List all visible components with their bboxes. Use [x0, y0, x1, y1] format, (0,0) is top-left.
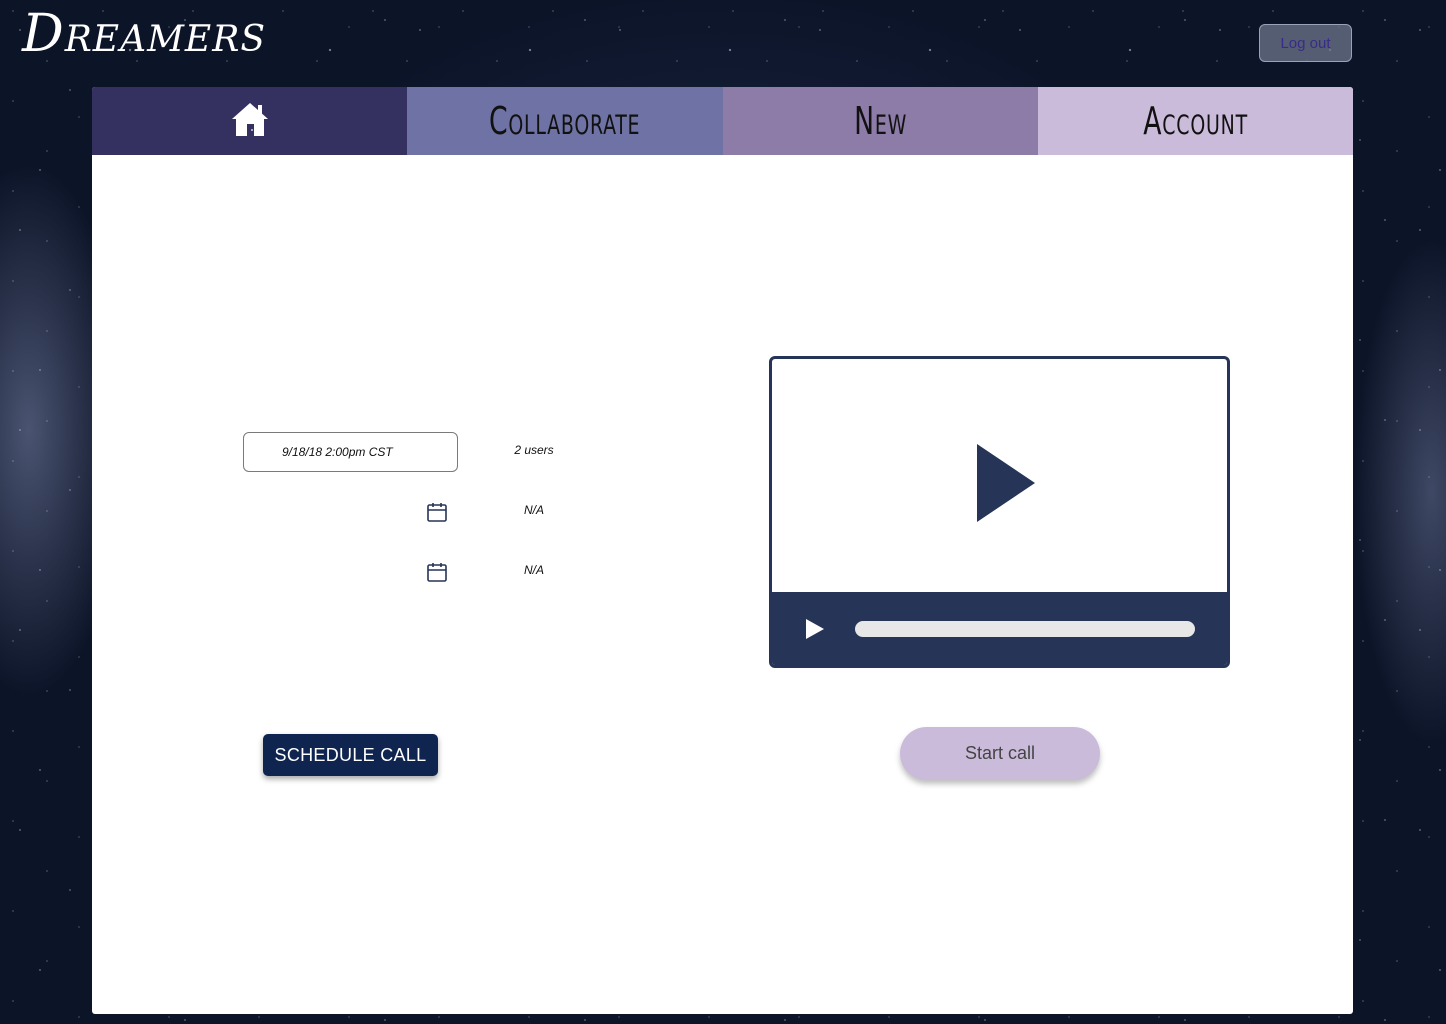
schedule-date-field[interactable]: 9/18/18 2:00pm CST	[243, 432, 458, 472]
logout-button[interactable]: Log out	[1259, 24, 1352, 62]
schedule-call-button[interactable]: SCHEDULE CALL	[263, 734, 438, 776]
nav-collaborate-label: Collaborate	[489, 99, 641, 143]
top-nav: Collaborate New Account	[92, 87, 1353, 155]
row-1-users: 2 users	[514, 443, 554, 457]
video-controls	[772, 592, 1227, 665]
nav-new-label: New	[853, 99, 907, 143]
video-progress-bar[interactable]	[855, 621, 1195, 637]
row-2-users: N/A	[523, 503, 544, 517]
control-play-icon[interactable]	[804, 617, 826, 641]
main-panel: Collaborate New Account 9/18/18 2:00pm C…	[92, 87, 1353, 1014]
nav-collaborate-tab[interactable]: Collaborate	[407, 87, 723, 155]
calendar-icon[interactable]	[426, 501, 448, 523]
nav-account-tab[interactable]: Account	[1037, 87, 1353, 155]
nav-new-tab[interactable]: New	[722, 87, 1038, 155]
home-icon	[230, 99, 270, 144]
nav-home[interactable]	[92, 87, 408, 155]
play-icon[interactable]	[975, 442, 1037, 529]
nav-account-label: Account	[1143, 99, 1248, 143]
calendar-icon[interactable]	[426, 561, 448, 583]
app-logo: Dreamers	[22, 4, 266, 64]
row-3-users: N/A	[523, 563, 544, 577]
start-call-button[interactable]: Start call	[900, 727, 1100, 780]
video-player	[769, 356, 1230, 668]
video-screen[interactable]	[772, 359, 1227, 594]
